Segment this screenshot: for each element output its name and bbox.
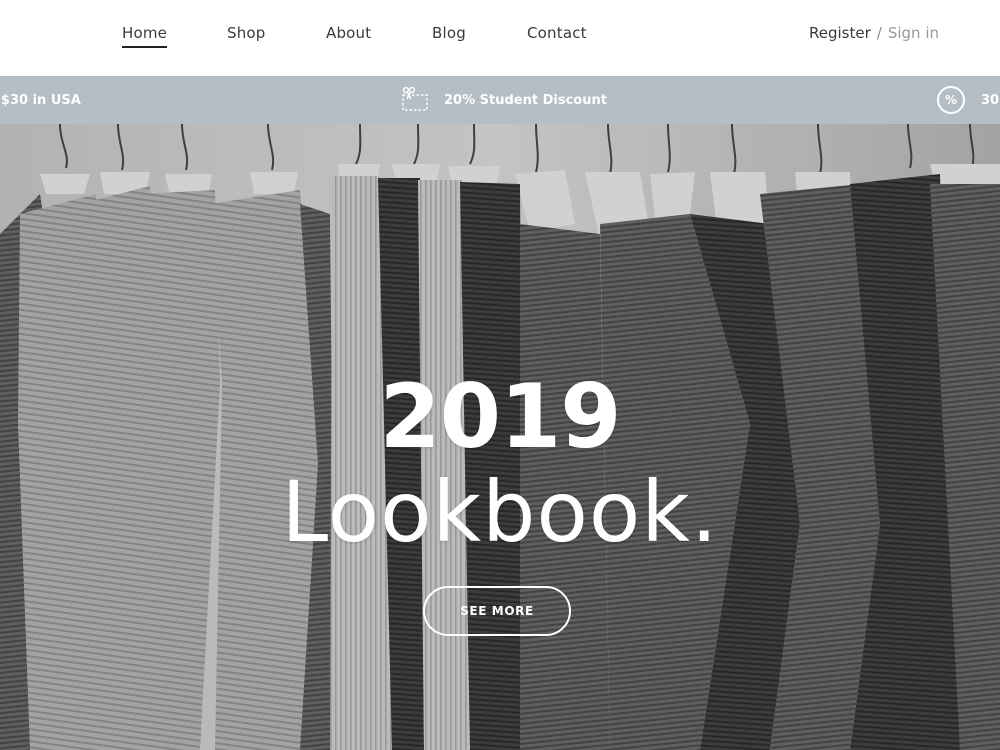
hero-title: Lookbook. [281,463,719,561]
percent-badge-icon: % [937,86,965,114]
register-link[interactable]: Register [809,24,871,42]
promo-text: 30 [981,92,1000,108]
promo-item-percent: % 30 [937,76,999,124]
nav-item-shop[interactable]: Shop [227,24,266,42]
promo-item-student-discount: 20% Student Discount [400,76,607,124]
nav-item-home[interactable]: Home [122,24,168,48]
see-more-button[interactable]: SEE MORE [423,586,571,636]
nav-item-contact[interactable]: Contact [527,24,587,42]
promo-text: r $30 in USA [0,92,81,108]
site-header: Home Shop About Blog Contact Register / Si… [0,0,1000,76]
promo-text: 20% Student Discount [444,92,607,108]
auth-links: Register / Sign in [809,24,939,42]
promo-bar: r $30 in USA 20% Student Discount % 30 [0,76,1000,124]
signin-link[interactable]: Sign in [888,24,939,42]
coupon-scissors-icon [400,86,430,114]
hero-banner: 2019 Lookbook. SEE MORE [0,124,1000,750]
hero-year: 2019 [379,365,622,468]
auth-separator: / [876,24,882,42]
nav-item-about[interactable]: About [326,24,371,42]
nav-item-blog[interactable]: Blog [432,24,466,42]
promo-item-shipping: r $30 in USA [0,76,81,124]
